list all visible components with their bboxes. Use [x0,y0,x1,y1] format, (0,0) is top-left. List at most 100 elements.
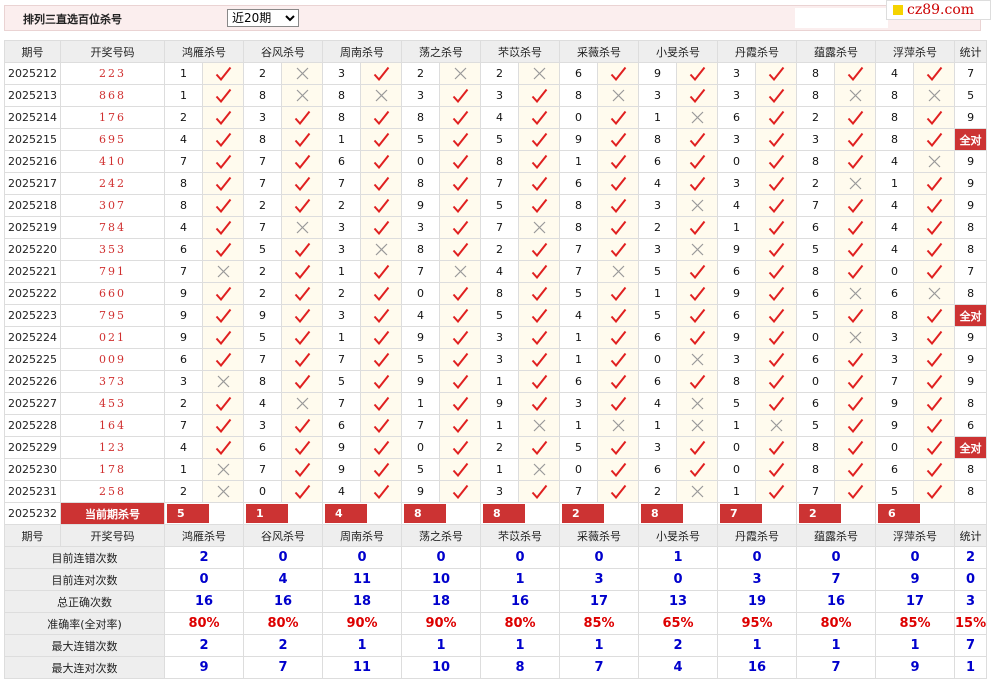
header-expert[interactable]: 蕴露杀号 [796,524,876,547]
summary-value: 11 [322,568,402,591]
kill-value-cell: 0 [796,370,835,393]
check-icon [452,286,468,301]
result-mark-cell [518,150,560,173]
summary-value: 80% [164,612,244,635]
check-icon [847,110,863,125]
check-icon [610,330,626,345]
header-expert[interactable]: 蕴露杀号 [796,40,876,63]
check-icon [926,396,942,411]
header-expert[interactable]: 荡之杀号 [401,524,481,547]
result-mark-cell [834,84,876,107]
check-icon [452,396,468,411]
current-kill-cell: 8 [401,502,481,525]
current-kill-chip: 4 [325,504,368,523]
kill-value-cell: 4 [638,172,677,195]
kill-value-cell: 5 [717,392,756,415]
current-kill-chip: 8 [404,504,447,523]
header-expert[interactable]: 采薇杀号 [559,524,639,547]
kill-value-cell: 1 [322,326,361,349]
kill-value-cell: 8 [322,106,361,129]
result-mark-cell [439,370,481,393]
summary-value: 9 [875,656,955,679]
summary-value: 95% [717,612,797,635]
check-icon [610,242,626,257]
kill-value-cell: 4 [480,106,519,129]
check-icon [373,220,389,235]
result-mark-cell [281,216,323,239]
result-mark-cell [518,194,560,217]
result-mark-cell [676,304,718,327]
kill-value-cell: 8 [875,128,914,151]
check-icon [215,198,231,213]
header-expert[interactable]: 谷风杀号 [243,524,323,547]
top-bar-blank [795,8,888,28]
check-icon [768,154,784,169]
check-icon [452,308,468,323]
result-mark-cell [834,480,876,503]
period-select[interactable]: 近20期 [227,9,299,27]
stats-cell: 8 [953,216,988,239]
header-expert[interactable]: 丹霞杀号 [717,524,797,547]
summary-row: 准确率(全对率) 80% 80% 90% 90% 80% 85% 65% 95% 80% 85% 15… [4,612,988,635]
check-icon [610,396,626,411]
result-mark-cell [676,458,718,481]
check-icon [294,308,310,323]
header-expert[interactable]: 周南杀号 [322,40,402,63]
header-expert[interactable]: 荡之杀号 [401,40,481,63]
top-bar: 排列三直选百位杀号 近20期 [4,5,981,31]
header-expert[interactable]: 芣苡杀号 [480,524,560,547]
kill-value-cell: 6 [875,282,914,305]
draw-number-cell: 021 [60,326,165,349]
result-mark-cell [281,282,323,305]
kill-value-cell: 0 [796,326,835,349]
result-mark-cell [834,436,876,459]
header-expert[interactable]: 丹霞杀号 [717,40,797,63]
draw-number-cell: 164 [60,414,165,437]
result-mark-cell [439,480,481,503]
result-mark-cell [518,106,560,129]
result-mark-cell [676,370,718,393]
cross-icon [533,221,545,234]
kill-value-cell: 8 [164,172,203,195]
header-expert[interactable]: 芣苡杀号 [480,40,560,63]
stats-cell: 8 [953,480,988,503]
header-expert[interactable]: 鸿雁杀号 [164,524,244,547]
result-mark-cell [755,458,797,481]
header-expert[interactable]: 采薇杀号 [559,40,639,63]
summary-label: 最大连对次数 [4,656,165,679]
result-mark-cell [834,238,876,261]
stats-cell: 6 [953,414,988,437]
summary-value: 3 [559,568,639,591]
check-icon [373,308,389,323]
site-logo[interactable]: cz89.com [886,0,991,20]
header-expert[interactable]: 小旻杀号 [638,524,718,547]
result-mark-cell [834,216,876,239]
result-mark-cell [360,480,402,503]
kill-value-cell: 3 [322,238,361,261]
kill-value-cell: 9 [401,326,440,349]
kill-value-cell: 9 [875,414,914,437]
check-icon [847,418,863,433]
header-expert[interactable]: 小旻杀号 [638,40,718,63]
header-expert[interactable]: 鸿雁杀号 [164,40,244,63]
kill-value-cell: 1 [164,84,203,107]
result-mark-cell [913,150,955,173]
kill-value-cell: 2 [480,62,519,85]
draw-number-cell: 353 [60,238,165,261]
header-expert[interactable]: 浮萍杀号 [875,40,955,63]
kill-value-cell: 0 [875,260,914,283]
header-expert[interactable]: 谷风杀号 [243,40,323,63]
kill-value-cell: 6 [717,106,756,129]
check-icon [768,110,784,125]
header-expert[interactable]: 周南杀号 [322,524,402,547]
stats-cell: 9 [953,348,988,371]
summary-value: 11 [322,656,402,679]
kill-value-cell: 5 [480,194,519,217]
header-expert[interactable]: 浮萍杀号 [875,524,955,547]
result-mark-cell [676,194,718,217]
result-mark-cell [755,436,797,459]
kill-value-cell: 0 [559,458,598,481]
result-mark-cell [439,458,481,481]
kill-value-cell: 2 [243,194,282,217]
cross-icon [849,287,861,300]
